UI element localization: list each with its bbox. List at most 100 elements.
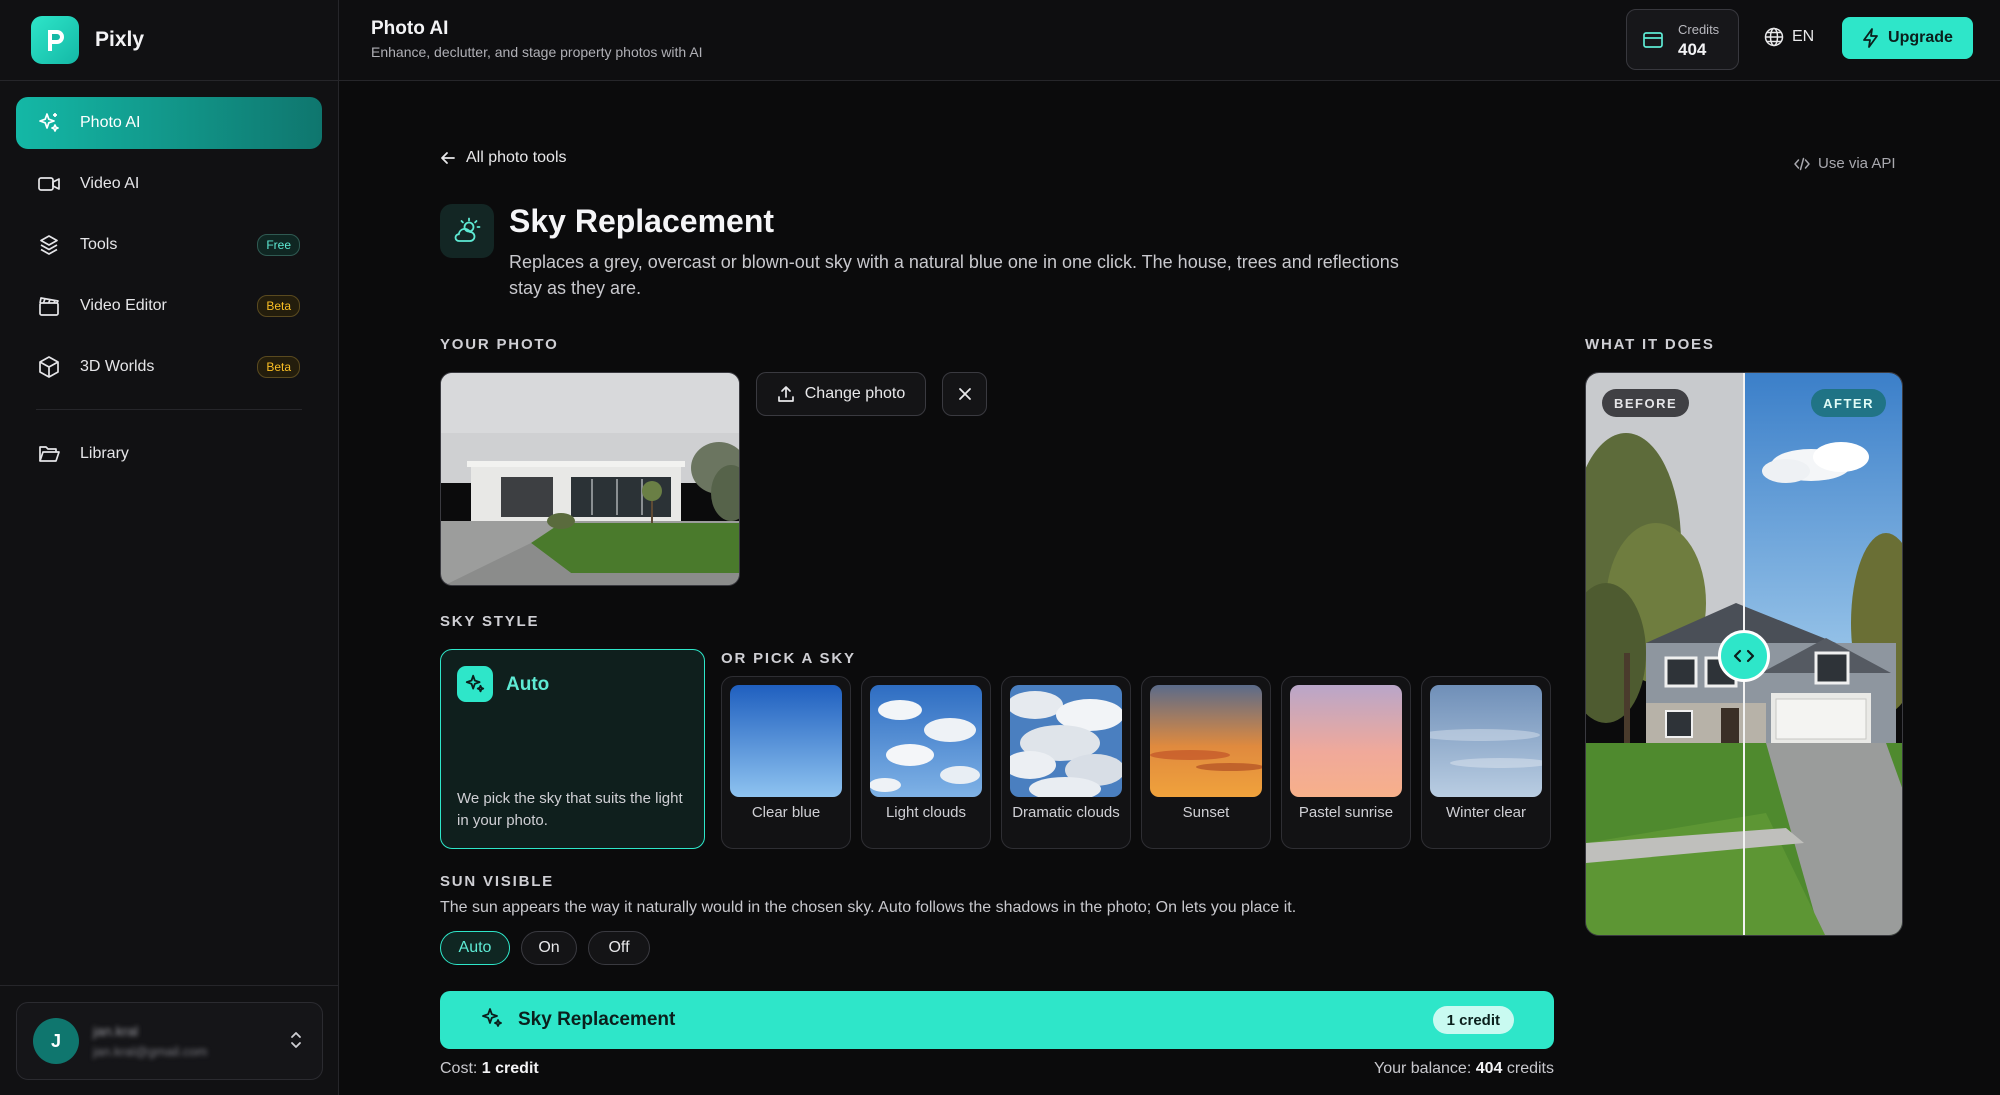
language-label: EN [1792, 28, 1815, 45]
auto-title: Auto [506, 674, 550, 695]
free-badge: Free [257, 234, 300, 256]
sidebar-divider [36, 409, 302, 410]
beta-badge: Beta [257, 295, 300, 317]
credit-cost-badge: 1 credit [1432, 1006, 1514, 1034]
folder-open-icon [36, 441, 62, 467]
user-area: J jan.kral jan.kral@gmail.com [0, 985, 339, 1095]
code-icon [1794, 157, 1810, 170]
sky-preview-image [1290, 685, 1402, 797]
sky-option-label: Sunset [1182, 804, 1230, 821]
lightning-icon [1863, 28, 1878, 48]
credits-label: Credits [1678, 22, 1720, 37]
main-content: All photo tools Use via API Sky Replacem… [339, 81, 2000, 1095]
sidebar-item-video-editor[interactable]: Video Editor Beta [16, 280, 322, 332]
pixly-logo-icon [31, 16, 79, 64]
sidebar-item-label: Library [80, 445, 129, 462]
upload-icon [777, 386, 794, 402]
sidebar-item-library[interactable]: Library [16, 428, 322, 480]
sun-visible-description: The sun appears the way it naturally wou… [440, 899, 1297, 916]
sky-option-pastel-sunrise[interactable]: Pastel sunrise [1281, 676, 1411, 849]
sky-preview-image [1150, 685, 1262, 797]
change-photo-label: Change photo [804, 385, 906, 402]
compare-slider-handle[interactable] [1718, 630, 1770, 682]
chevron-up-down-icon [288, 1029, 304, 1056]
avatar: J [33, 1018, 79, 1064]
sun-option-off[interactable]: Off [588, 931, 650, 965]
brand[interactable]: Pixly [0, 0, 338, 81]
sidebar-item-video-ai[interactable]: Video AI [16, 158, 322, 210]
your-photo-label: YOUR PHOTO [440, 336, 559, 353]
back-to-tools-link[interactable]: All photo tools [440, 149, 567, 167]
sky-option-clear-blue[interactable]: Clear blue [721, 676, 851, 849]
sidebar-item-label: Photo AI [80, 114, 141, 131]
sky-option-label: Winter clear [1445, 804, 1527, 821]
user-menu-button[interactable]: J jan.kral jan.kral@gmail.com [16, 1002, 323, 1080]
balance-suffix: credits [1506, 1060, 1554, 1077]
sky-option-label: Pastel sunrise [1298, 804, 1394, 821]
sky-preview-image [1430, 685, 1542, 797]
sky-option-light-clouds[interactable]: Light clouds [861, 676, 991, 849]
sidebar-nav: Photo AI Video AI Tools Free Video Edito… [0, 81, 338, 505]
before-label: BEFORE [1602, 389, 1690, 417]
globe-icon [1764, 27, 1784, 47]
clapperboard-icon [36, 293, 62, 319]
sparkles-icon [36, 110, 62, 136]
chevrons-left-right-icon [1733, 649, 1755, 663]
sidebar-item-label: 3D Worlds [80, 358, 155, 375]
sky-option-dramatic-clouds[interactable]: Dramatic clouds [1001, 676, 1131, 849]
change-photo-button[interactable]: Change photo [756, 372, 926, 416]
sidebar: Pixly Photo AI Video AI Tools Free Video… [0, 0, 339, 1095]
sky-option-sunset[interactable]: Sunset [1141, 676, 1271, 849]
before-after-compare[interactable]: BEFORE AFTER [1585, 372, 1903, 936]
toolbox-icon [36, 232, 62, 258]
credit-card-icon [1643, 31, 1663, 54]
back-link-label: All photo tools [466, 149, 567, 166]
api-link-label: Use via API [1818, 155, 1896, 172]
sky-preview-image [1010, 685, 1122, 797]
credits-value: 404 [1678, 40, 1707, 59]
sidebar-item-tools[interactable]: Tools Free [16, 219, 322, 271]
arrow-left-icon [441, 152, 455, 164]
uploaded-photo-thumbnail[interactable] [440, 372, 740, 586]
page-subtitle: Enhance, declutter, and stage property p… [371, 44, 703, 60]
sparkles-icon [480, 1006, 504, 1035]
user-email: jan.kral@gmail.com [93, 1044, 208, 1059]
user-info: jan.kral jan.kral@gmail.com [93, 1023, 207, 1059]
upgrade-label: Upgrade [1888, 29, 1953, 46]
sun-cloud-icon [440, 204, 494, 258]
run-sky-replacement-button[interactable]: Sky Replacement 1 credit [440, 991, 1554, 1049]
sidebar-item-label: Video AI [80, 175, 140, 192]
page-title: Photo AI [371, 18, 449, 39]
what-it-does-label: WHAT IT DOES [1585, 336, 1715, 353]
sun-visible-label: SUN VISIBLE [440, 873, 554, 890]
user-name: jan.kral [93, 1023, 139, 1039]
sun-option-auto[interactable]: Auto [440, 931, 510, 965]
video-camera-icon [36, 171, 62, 197]
upgrade-button[interactable]: Upgrade [1842, 17, 1973, 59]
balance-prefix: Your balance: [1374, 1060, 1472, 1077]
use-via-api-link[interactable]: Use via API [1794, 155, 1896, 172]
sky-option-label: Light clouds [885, 804, 967, 821]
balance-value: 404 [1475, 1060, 1503, 1077]
sparkles-icon [457, 666, 493, 702]
remove-photo-button[interactable] [942, 372, 987, 416]
tool-title: Sky Replacement [509, 203, 775, 239]
sky-option-label: Clear blue [751, 804, 821, 821]
auto-description: We pick the sky that suits the light in … [457, 790, 683, 829]
sidebar-item-label: Tools [80, 236, 118, 253]
sky-option-label: Dramatic clouds [1012, 804, 1120, 821]
run-button-label: Sky Replacement [518, 1009, 676, 1030]
or-pick-sky-label: OR PICK A SKY [721, 650, 856, 667]
sidebar-item-label: Video Editor [80, 297, 167, 314]
sky-style-label: SKY STYLE [440, 613, 540, 630]
sidebar-item-photo-ai[interactable]: Photo AI [16, 97, 322, 149]
after-label: AFTER [1811, 389, 1886, 417]
credits-button[interactable]: Credits 404 [1626, 9, 1739, 70]
sky-option-winter-clear[interactable]: Winter clear [1421, 676, 1551, 849]
language-selector[interactable]: EN [1764, 27, 1814, 47]
sky-preview-image [730, 685, 842, 797]
sun-option-on[interactable]: On [521, 931, 577, 965]
sky-style-auto-option[interactable]: Auto We pick the sky that suits the ligh… [440, 649, 705, 849]
balance-text: Your balance: 404 credits [339, 1060, 1554, 1078]
sidebar-item-3d-worlds[interactable]: 3D Worlds Beta [16, 341, 322, 393]
